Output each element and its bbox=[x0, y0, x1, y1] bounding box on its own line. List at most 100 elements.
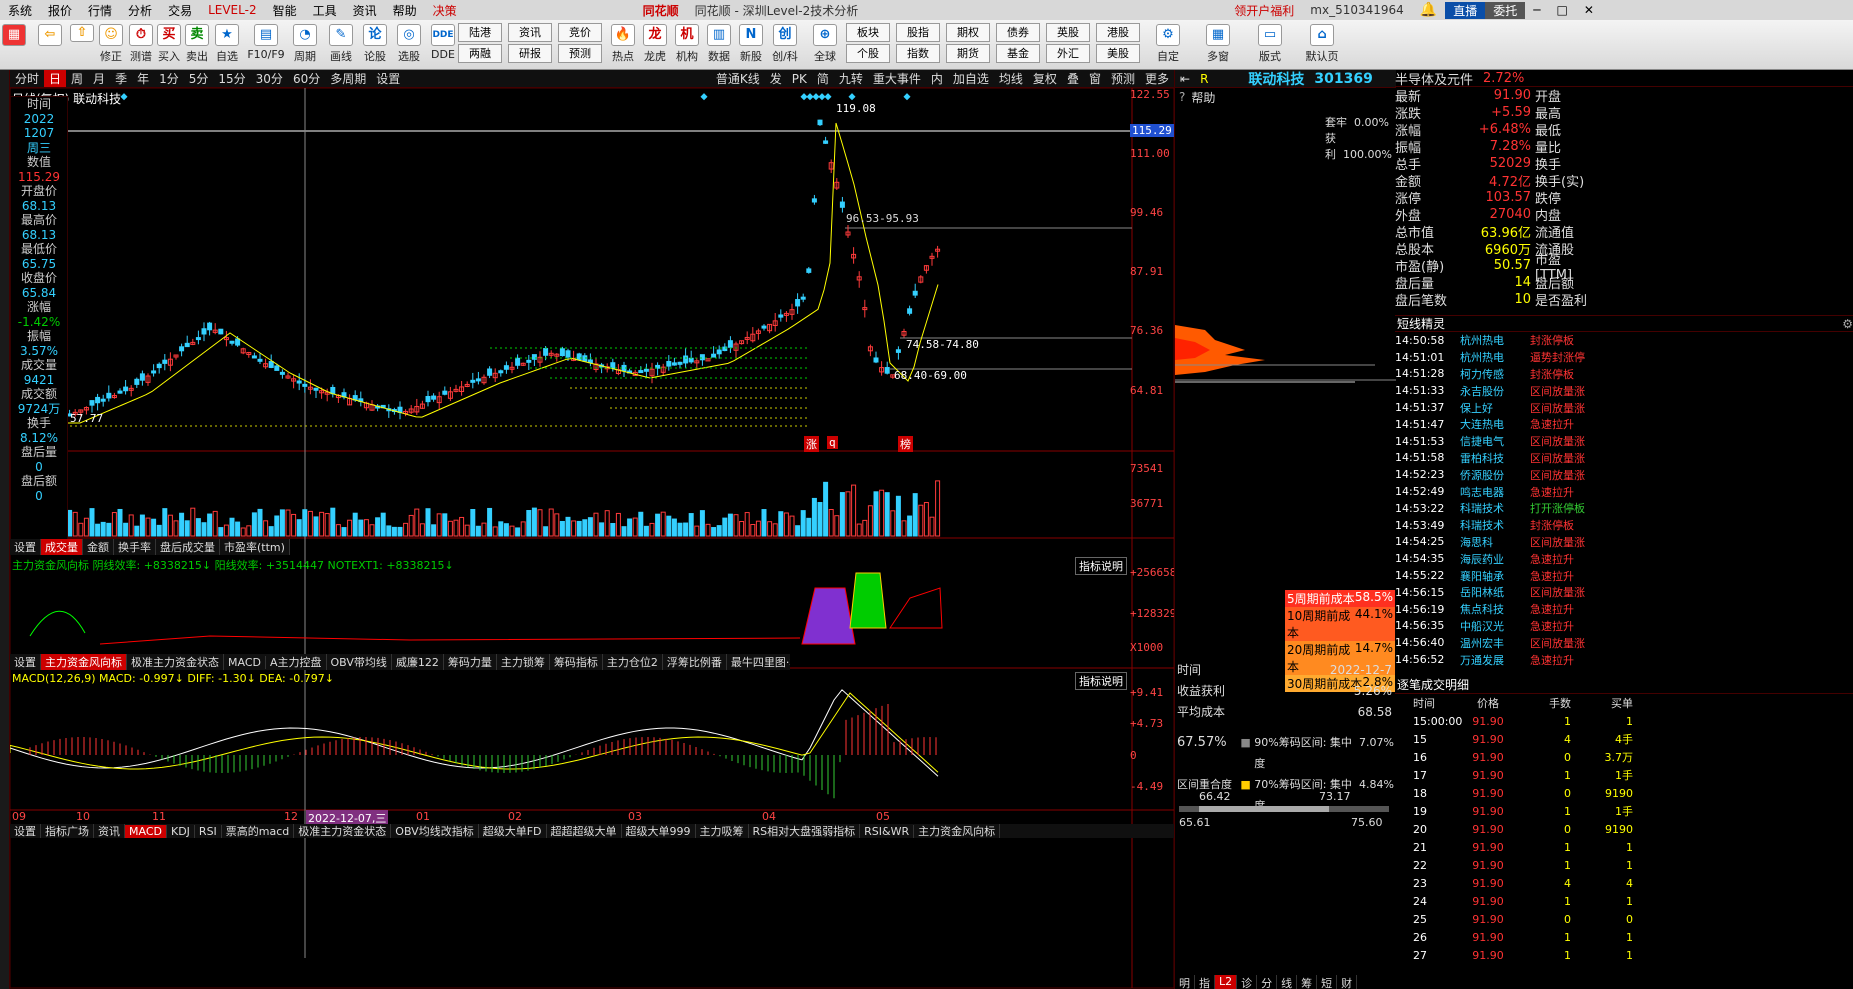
ind-tab[interactable]: 极准主力资金状态 bbox=[127, 654, 224, 670]
spirit-item[interactable]: 14:51:28 柯力传感 封涨停板 bbox=[1395, 366, 1853, 383]
spirit-item[interactable]: 14:56:19 焦点科技 急速拉升 bbox=[1395, 601, 1853, 618]
discuss-button[interactable]: 论论股 bbox=[358, 24, 392, 64]
bell-icon[interactable]: 🔔 bbox=[1412, 2, 1445, 18]
tool-overlay[interactable]: 叠 bbox=[1062, 70, 1084, 87]
index-button[interactable]: 指数 bbox=[896, 44, 940, 63]
rb-tab[interactable]: 指 bbox=[1195, 975, 1215, 989]
maximize-icon[interactable]: □ bbox=[1549, 3, 1576, 17]
macd-explain-button[interactable]: 指标说明 bbox=[1075, 672, 1127, 690]
menu-system[interactable]: 系统 bbox=[0, 2, 40, 19]
vol-tab-settings[interactable]: 设置 bbox=[10, 539, 41, 555]
spirit-item[interactable]: 14:54:35 海辰药业 急速拉升 bbox=[1395, 550, 1853, 567]
ind-tab[interactable]: 筹码指标 bbox=[550, 654, 603, 670]
menu-trade[interactable]: 交易 bbox=[160, 2, 200, 19]
uk-stock-button[interactable]: 英股 bbox=[1046, 23, 1090, 42]
vol-tab-amount[interactable]: 金额 bbox=[83, 539, 114, 555]
forecast-button[interactable]: 预测 bbox=[558, 44, 602, 63]
marker-zhang[interactable]: 涨 bbox=[804, 436, 819, 452]
global-button[interactable]: ⊕ 全球 bbox=[808, 24, 842, 64]
hk-stock-button[interactable]: 港股 bbox=[1096, 23, 1140, 42]
layout-button[interactable]: ▭ 版式 bbox=[1250, 24, 1290, 64]
toolbar-fix[interactable]: ☺ 修正 bbox=[94, 24, 128, 64]
sector-button[interactable]: 板块 bbox=[846, 23, 890, 42]
minimize-icon[interactable]: ─ bbox=[1525, 3, 1548, 17]
bottom-tab[interactable]: 主力资金风向标 bbox=[914, 824, 1001, 838]
ind-tab[interactable]: OBV带均线 bbox=[327, 654, 392, 670]
menu-news[interactable]: 资讯 bbox=[345, 2, 385, 19]
tab-settings[interactable]: 设置 bbox=[371, 70, 405, 87]
menu-quote[interactable]: 报价 bbox=[40, 2, 80, 19]
tab-15min[interactable]: 15分 bbox=[213, 70, 250, 87]
draw-button[interactable]: ✎ 画线 bbox=[324, 24, 358, 64]
stock-button[interactable]: 个股 bbox=[846, 44, 890, 63]
bottom-tab[interactable]: 设置 bbox=[10, 824, 41, 838]
help-label[interactable]: 帮助 bbox=[1191, 89, 1215, 106]
watchlist-button[interactable]: ★ 自选 bbox=[210, 24, 244, 64]
back-button[interactable]: ⇦ bbox=[36, 24, 64, 48]
rb-tab[interactable]: L2 bbox=[1215, 975, 1238, 989]
research-button[interactable]: 研报 bbox=[508, 44, 552, 63]
marker-q[interactable]: q bbox=[827, 436, 838, 449]
spirit-item[interactable]: 14:56:15 岳阳林纸 区间放量涨 bbox=[1395, 584, 1853, 601]
ind-tab[interactable]: 筹码力量 bbox=[444, 654, 497, 670]
index-futures-button[interactable]: 股指 bbox=[896, 23, 940, 42]
ind-tab[interactable]: 威廉122 bbox=[392, 654, 444, 670]
spirit-item[interactable]: 14:55:22 襄阳轴承 急速拉升 bbox=[1395, 567, 1853, 584]
ind-tab[interactable]: 主力仓位2 bbox=[603, 654, 663, 670]
menu-tools[interactable]: 工具 bbox=[305, 2, 345, 19]
spirit-item[interactable]: 14:50:58 杭州热电 封涨停板 bbox=[1395, 332, 1853, 349]
spirit-item[interactable]: 14:51:47 大连热电 急速拉升 bbox=[1395, 416, 1853, 433]
bottom-tab[interactable]: 指标广场 bbox=[41, 824, 94, 838]
ind-tab[interactable]: 浮筹比例番 bbox=[663, 654, 727, 670]
bottom-tab[interactable]: KDJ bbox=[167, 824, 195, 838]
tool-jiuzhuan[interactable]: 九转 bbox=[834, 70, 868, 87]
spirit-item[interactable]: 14:56:35 中船汉光 急速拉升 bbox=[1395, 618, 1853, 635]
margin-button[interactable]: 两融 bbox=[458, 44, 502, 63]
ind-tab[interactable]: MACD bbox=[224, 655, 266, 669]
menu-help[interactable]: 帮助 bbox=[385, 2, 425, 19]
rb-tab[interactable]: 诊 bbox=[1237, 975, 1258, 989]
options-button[interactable]: 期权 bbox=[946, 23, 990, 42]
futures-button[interactable]: 期货 bbox=[946, 44, 990, 63]
tool-fa[interactable]: 发 bbox=[765, 70, 787, 87]
tab-30min[interactable]: 30分 bbox=[251, 70, 288, 87]
tool-simple[interactable]: 简 bbox=[812, 70, 834, 87]
bottom-tab[interactable]: 票高的macd bbox=[222, 824, 295, 838]
spirit-item[interactable]: 14:53:22 科瑞技术 打开涨停板 bbox=[1395, 500, 1853, 517]
rb-tab[interactable]: 线 bbox=[1277, 975, 1298, 989]
funds-button[interactable]: 基金 bbox=[996, 44, 1040, 63]
spirit-item[interactable]: 14:51:53 信捷电气 区间放量涨 bbox=[1395, 433, 1853, 450]
app-icon[interactable]: ▦ bbox=[2, 24, 26, 48]
ind1-explain-button[interactable]: 指标说明 bbox=[1075, 557, 1127, 575]
bottom-tab[interactable]: 超级大单999 bbox=[622, 824, 696, 838]
tool-ma[interactable]: 均线 bbox=[994, 70, 1028, 87]
vol-tab-after[interactable]: 盘后成交量 bbox=[156, 539, 220, 555]
bottom-tab[interactable]: RSI&WR bbox=[860, 824, 915, 838]
ind-tab[interactable]: 设置 bbox=[10, 654, 41, 670]
sector-name[interactable]: 半导体及元件 bbox=[1395, 69, 1473, 88]
data-button[interactable]: ▥ 数据 bbox=[702, 24, 736, 64]
hk-connect-button[interactable]: 陆港 bbox=[458, 23, 502, 42]
spirit-item[interactable]: 14:51:01 杭州热电 逼势封涨停 bbox=[1395, 349, 1853, 366]
tab-daily[interactable]: 日 bbox=[44, 70, 67, 87]
tool-add-watch[interactable]: 加自选 bbox=[948, 70, 994, 87]
f10-button[interactable]: ▤ F10/F9 bbox=[246, 24, 286, 61]
user-name[interactable]: mx_510341964 bbox=[1302, 3, 1412, 17]
bonds-button[interactable]: 债券 bbox=[996, 23, 1040, 42]
rb-tab[interactable]: 筹 bbox=[1297, 975, 1318, 989]
spirit-item[interactable]: 14:52:23 侨源股份 区间放量涨 bbox=[1395, 466, 1853, 483]
rb-tab[interactable]: 短 bbox=[1317, 975, 1338, 989]
tool-window[interactable]: 窗 bbox=[1084, 70, 1106, 87]
tab-monthly[interactable]: 月 bbox=[88, 70, 110, 87]
tab-1min[interactable]: 1分 bbox=[154, 70, 184, 87]
tab-multi-period[interactable]: 多周期 bbox=[325, 70, 371, 87]
kline-type-select[interactable]: 普通K线 bbox=[711, 70, 765, 87]
tab-quarterly[interactable]: 季 bbox=[110, 70, 132, 87]
bottom-tab[interactable]: 超超超级大单 bbox=[547, 824, 622, 838]
close-icon[interactable]: ✕ bbox=[1576, 3, 1602, 17]
bottom-tab[interactable]: 超级大单FD bbox=[479, 824, 547, 838]
ind-tab[interactable]: 最牛四里图·林永 bbox=[727, 654, 790, 670]
bottom-tab[interactable]: RS相对大盘强弱指标 bbox=[749, 824, 861, 838]
bottom-tab[interactable]: RSI bbox=[195, 824, 222, 838]
help-icon[interactable]: ? bbox=[1179, 90, 1185, 104]
